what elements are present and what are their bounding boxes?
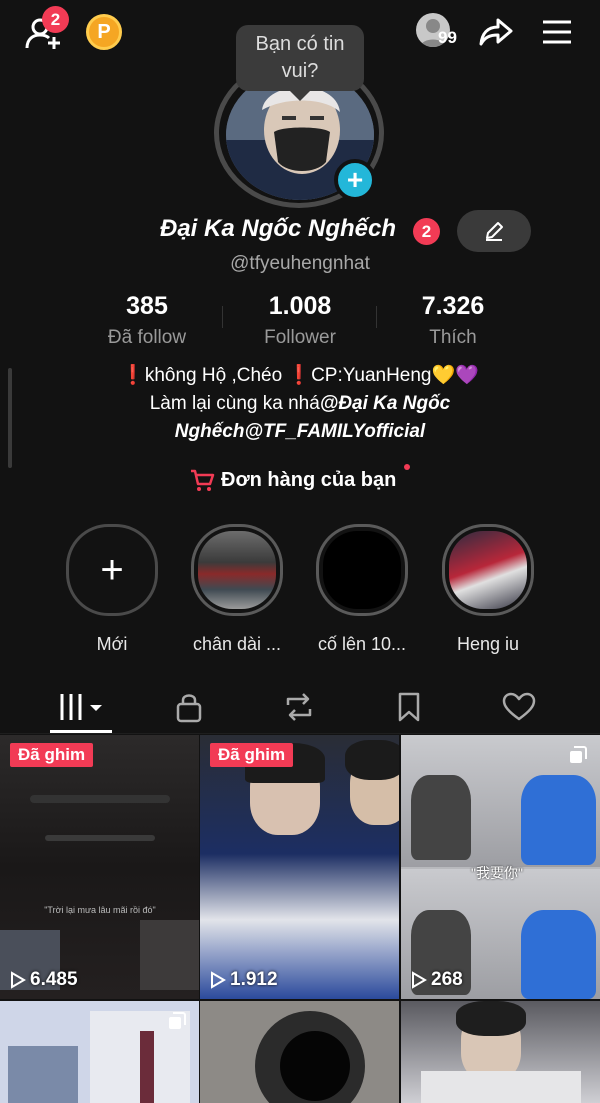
view-count-value: 268 [431,969,463,990]
multi-photo-icon [570,746,587,763]
video-tile[interactable]: "我要你" 268 [401,735,600,999]
highlight-circle [442,524,534,616]
plus-icon: + [346,164,364,195]
edit-profile-button[interactable] [457,210,531,252]
highlight-circle: + [66,524,158,616]
highlight-cover [323,531,401,609]
bio-line-2: Làm lại cùng ka nhá@Đại Ka Ngốc [0,390,600,418]
video-grid: "Trời lại mưa lâu mãi rồi đó" Đã ghim 6.… [0,735,600,1103]
tab-reposts[interactable] [244,680,354,734]
bio-mention[interactable]: Nghếch@TF_FAMILYofficial [175,421,425,442]
highlight-item[interactable]: Heng iu [428,524,548,655]
play-icon [11,971,26,989]
following-label: Đã follow [107,327,187,348]
view-count: 1.912 [210,969,278,991]
play-icon [211,971,226,989]
coin-label: P [97,20,111,43]
view-count-value: 1.912 [230,969,278,990]
bio-mention[interactable]: @Đại Ka Ngốc [320,393,450,414]
share-arrow-icon [479,18,513,46]
highlight-label: chân dài ... [192,634,282,654]
lock-icon [176,694,202,723]
video-tile[interactable] [200,1001,399,1103]
grid-videos-icon [60,694,102,720]
orders-link[interactable]: Đơn hàng của bạn [189,465,396,495]
highlight-cover [198,531,276,609]
tooltip-text: Bạn có tin vui? [255,33,345,82]
pinned-badge: Đã ghim [10,743,94,767]
highlight-label: cố lên 10... [317,634,407,654]
shopping-cart-icon [191,469,215,491]
bio-line-1: ❗không Hộ ,Chéo ❗CP:YuanHeng💛💜 [121,365,479,386]
plus-icon: + [100,547,124,592]
video-thumbnail [401,1001,600,1103]
bookmark-icon [398,692,420,722]
story-highlights: + Mới chân dài ... cố lên 10... Heng iu [0,524,600,654]
orders-label: Đơn hàng của bạn [221,468,397,491]
video-tile[interactable] [0,1001,199,1103]
profile-bio: ❗không Hộ ,Chéo ❗CP:YuanHeng💛💜 Làm lại c… [0,362,600,446]
repost-icon [286,693,312,721]
tab-private[interactable] [134,680,244,734]
tab-liked[interactable] [464,680,574,734]
bio-line-3: Nghếch@TF_FAMILYofficial [0,418,600,446]
coin-button[interactable]: P [86,14,122,50]
highlight-circle [191,524,283,616]
video-thumbnail [200,735,399,999]
profile-handle: @tfyeuhengnhat [230,253,370,274]
highlight-item[interactable]: chân dài ... [177,524,297,655]
news-tooltip[interactable]: Bạn có tin vui? [236,25,364,101]
multi-photo-icon [169,1012,186,1029]
bio-text: Làm lại cùng ka nhá [149,393,320,414]
orders-notification-dot [404,464,410,470]
share-button[interactable] [476,14,516,50]
video-thumbnail [200,1001,399,1103]
play-icon [412,971,427,989]
followers-stat[interactable]: 1.008 Follower [215,292,385,349]
profile-tabs [0,680,600,734]
following-count: 385 [126,292,168,320]
video-tile[interactable]: "Trời lại mưa lâu mãi rồi đó" Đã ghim 6.… [0,735,199,999]
highlight-item[interactable]: cố lên 10... [302,524,422,655]
viewer-count: 99 [438,28,457,47]
name-notification-badge: 2 [413,218,440,245]
highlight-cover [449,531,527,609]
likes-label: Thích [429,327,477,348]
active-tab-indicator [50,730,112,733]
friend-request-badge: 2 [42,6,69,33]
tab-saved[interactable] [354,680,464,734]
hamburger-menu-icon [543,20,571,44]
highlight-circle [316,524,408,616]
story-viewers-button[interactable]: 99 [416,13,466,49]
likes-count: 7.326 [421,292,485,320]
tab-videos[interactable] [28,680,138,734]
video-caption: "Trời lại mưa lâu mãi rồi đó" [44,905,156,915]
followers-label: Follower [264,327,336,348]
highlight-label: Mới [96,634,128,654]
highlight-label: Heng iu [456,634,520,654]
following-stat[interactable]: 385 Đã follow [62,292,232,349]
video-tile[interactable]: Đã ghim 1.912 [200,735,399,999]
pinned-badge: Đã ghim [210,743,294,767]
video-tile[interactable] [401,1001,600,1103]
followers-count: 1.008 [268,292,332,320]
video-thumbnail [0,735,199,999]
pencil-icon [486,222,503,241]
view-count: 6.485 [10,969,78,991]
profile-name: Đại Ka Ngốc Nghếch [160,215,397,242]
add-story-button[interactable]: + [334,159,376,201]
profile-stats: 385 Đã follow 1.008 Follower 7.326 Thích [40,292,560,352]
view-count: 268 [411,969,463,991]
highlight-new[interactable]: + Mới [52,524,172,655]
scrollbar[interactable] [8,368,12,468]
view-count-value: 6.485 [30,969,78,990]
likes-stat[interactable]: 7.326 Thích [368,292,538,349]
menu-button[interactable] [540,16,574,48]
video-caption: "我要你" [471,865,523,881]
highlight-cover: + [73,531,151,609]
heart-icon [502,692,536,721]
